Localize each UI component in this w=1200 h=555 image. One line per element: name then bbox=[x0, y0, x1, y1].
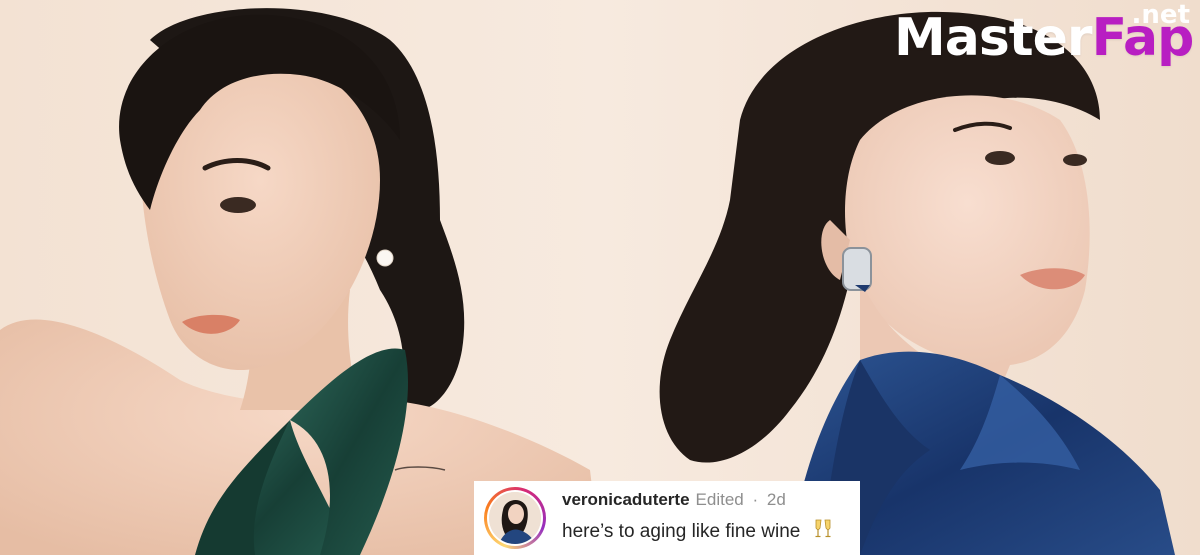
instagram-caption-card: veronicaduterte Edited · 2d here’s to agi… bbox=[474, 481, 860, 555]
avatar-border bbox=[487, 490, 543, 546]
watermark-suffix: .net bbox=[1131, 0, 1190, 30]
caption-text: here’s to aging like fine wine bbox=[562, 520, 801, 542]
post-header: veronicaduterte Edited · 2d bbox=[562, 490, 834, 510]
meta-separator: · bbox=[752, 490, 759, 510]
edited-label: Edited bbox=[695, 490, 744, 510]
username[interactable]: veronicaduterte bbox=[562, 490, 690, 509]
story-ring[interactable] bbox=[484, 487, 546, 549]
avatar-image bbox=[489, 492, 541, 544]
site-watermark-logo: MasterFap .net bbox=[894, 2, 1194, 86]
avatar bbox=[489, 492, 541, 544]
photo-collage: MasterFap .net veronicaduterte Edited · bbox=[0, 0, 1200, 555]
post-age[interactable]: 2d bbox=[767, 490, 786, 509]
clinking-glasses-icon bbox=[812, 517, 834, 546]
post-text: veronicaduterte Edited · 2d here’s to agi… bbox=[562, 490, 834, 545]
watermark-part1: Master bbox=[894, 8, 1093, 68]
post-caption: here’s to aging like fine wine bbox=[562, 517, 834, 546]
